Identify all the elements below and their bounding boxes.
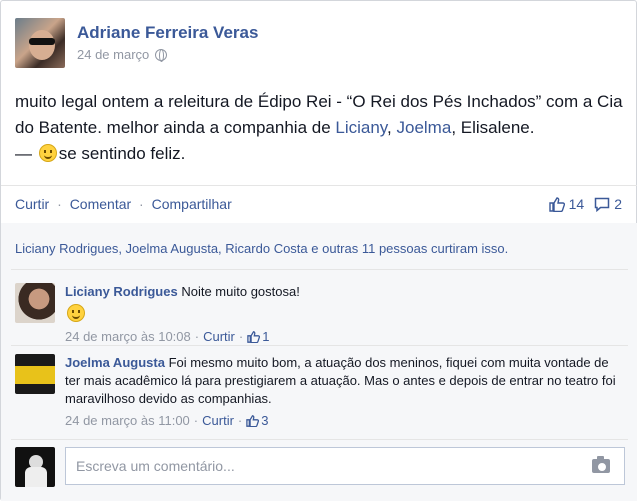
camera-icon[interactable] [592, 456, 610, 473]
thumbs-up-icon[interactable] [548, 196, 565, 212]
smiley-icon [67, 304, 85, 322]
comment-like-button[interactable]: Curtir [203, 328, 235, 346]
comment-meta: 24 de março às 11:00 · Curtir · 3 [65, 412, 625, 430]
post-card: Adriane Ferreira Veras 24 de março muito… [0, 0, 637, 501]
current-user-avatar [15, 447, 55, 487]
divider [11, 345, 628, 346]
feeling-prefix: — [15, 144, 37, 163]
tag-separator: , [387, 118, 397, 137]
post-meta: 24 de março [77, 47, 168, 62]
like-count[interactable]: 14 [569, 196, 585, 212]
feeling-text: se sentindo feliz. [58, 144, 186, 163]
tag-liciany[interactable]: Liciany [335, 118, 387, 137]
separator: · [238, 329, 244, 344]
comment-like-count[interactable]: 1 [247, 328, 269, 346]
tag-joelma[interactable]: Joelma [397, 118, 452, 137]
divider [11, 439, 628, 440]
separator: · [194, 329, 200, 344]
smiley-icon [38, 144, 57, 162]
avatar-sunglasses [29, 38, 55, 45]
author-name[interactable]: Adriane Ferreira Veras [77, 23, 258, 43]
post-stats: 14 2 [548, 196, 622, 212]
comment-like-number: 1 [262, 329, 270, 344]
post-actions: Curtir · Comentar · Compartilhar [15, 196, 232, 212]
comment-like-button[interactable]: Curtir [202, 412, 234, 430]
thumbs-up-icon [246, 415, 260, 427]
author-avatar[interactable] [15, 18, 65, 68]
comment-body: Liciany Rodrigues Noite muito gostosa! 2… [65, 283, 625, 346]
comment-like-number: 3 [261, 413, 269, 428]
post-text: muito legal ontem a releitura de Édipo R… [15, 89, 625, 167]
avatar-face [29, 30, 55, 60]
separator: · [139, 196, 144, 212]
comment-time[interactable]: 24 de março às 11:00 [65, 412, 190, 430]
comment-meta: 24 de março às 10:08 · Curtir · 1 [65, 328, 625, 346]
commenter-name[interactable]: Joelma Augusta [65, 355, 165, 370]
post-date[interactable]: 24 de março [77, 47, 149, 62]
globe-icon[interactable] [155, 48, 168, 62]
likes-summary[interactable]: Liciany Rodrigues, Joelma Augusta, Ricar… [15, 241, 508, 256]
separator: · [193, 413, 199, 428]
comment-bubble-icon[interactable] [594, 197, 610, 212]
comment-input[interactable] [66, 448, 624, 484]
comment-time[interactable]: 24 de março às 10:08 [65, 328, 191, 346]
comment-like-count[interactable]: 3 [246, 412, 269, 430]
comment-composer [65, 447, 625, 485]
divider [11, 269, 628, 270]
commenter-avatar[interactable] [15, 283, 55, 323]
separator: · [57, 196, 62, 212]
commenter-name[interactable]: Liciany Rodrigues [65, 284, 178, 299]
separator: · [237, 413, 243, 428]
divider [1, 185, 637, 186]
like-button[interactable]: Curtir [15, 196, 49, 212]
comment-button[interactable]: Comentar [70, 196, 131, 212]
comment-count[interactable]: 2 [614, 196, 622, 212]
commenter-avatar[interactable] [15, 354, 55, 394]
avatar-figure-body [25, 467, 47, 487]
comment-text: Noite muito gostosa! [181, 284, 300, 299]
comment-body: Joelma Augusta Foi mesmo muito bom, a at… [65, 354, 625, 430]
tag-trailing: , Elisalene. [451, 118, 535, 137]
share-button[interactable]: Compartilhar [152, 196, 232, 212]
thumbs-up-icon [247, 331, 261, 343]
